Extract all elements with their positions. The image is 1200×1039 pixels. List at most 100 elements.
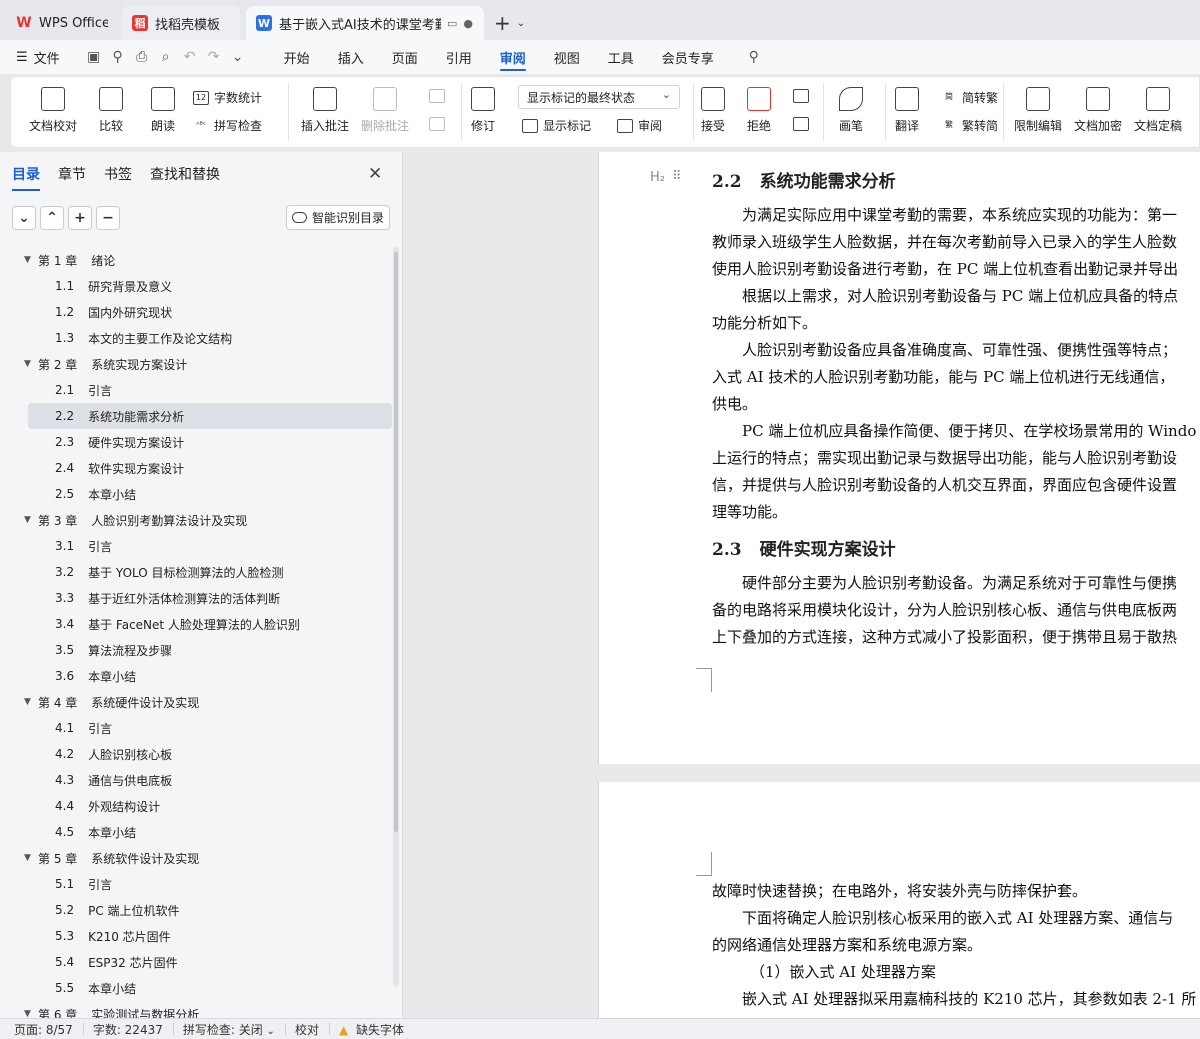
- unsaved-dot-icon[interactable]: ●: [463, 17, 473, 30]
- toc-chapter-item[interactable]: ▼ 第 2 章系统实现方案设计: [22, 351, 392, 377]
- toc-section-item[interactable]: 4.4 外观结构设计: [22, 793, 392, 819]
- delete-comment-button[interactable]: 删除批注: [361, 87, 409, 134]
- collapse-triangle-icon[interactable]: ▼: [24, 359, 38, 369]
- toc-section-item[interactable]: 4.2 人脸识别核心板: [22, 741, 392, 767]
- remove-heading-icon[interactable]: −: [96, 206, 120, 230]
- share-icon[interactable]: ⚲: [106, 45, 130, 69]
- drag-handle-icon[interactable]: ⠿: [672, 169, 682, 184]
- prev-change-button[interactable]: [793, 89, 814, 103]
- menu-tools[interactable]: 工具: [594, 40, 648, 74]
- toc-section-item[interactable]: 3.1 引言: [22, 533, 392, 559]
- tab-docer-templates[interactable]: 稻 找稻壳模板: [122, 6, 240, 40]
- proofread-status[interactable]: 校对: [284, 1021, 329, 1038]
- toc-section-item[interactable]: 1.3 本文的主要工作及论文结构: [22, 325, 392, 351]
- next-change-button[interactable]: [793, 117, 814, 131]
- nav-tab-find-replace[interactable]: 查找和替换: [150, 164, 220, 184]
- toc-section-item[interactable]: 3.6 本章小结: [22, 663, 392, 689]
- chevron-down-icon[interactable]: ⌄: [517, 18, 525, 29]
- nav-tab-toc[interactable]: 目录: [12, 164, 40, 191]
- toc-section-item[interactable]: 4.5 本章小结: [22, 819, 392, 845]
- more-chevron-icon[interactable]: ⌄: [226, 45, 250, 69]
- add-heading-icon[interactable]: +: [68, 206, 92, 230]
- prev-comment-button[interactable]: [429, 89, 450, 103]
- nav-tab-bookmarks[interactable]: 书签: [104, 164, 132, 184]
- menu-page[interactable]: 页面: [378, 40, 432, 74]
- encrypt-button[interactable]: 文档加密: [1074, 87, 1122, 134]
- toc-section-item[interactable]: 5.1 引言: [22, 871, 392, 897]
- restrict-edit-button[interactable]: 限制编辑: [1014, 87, 1062, 134]
- pen-button[interactable]: 画笔: [839, 87, 863, 134]
- toc-scroll-thumb[interactable]: [394, 252, 398, 832]
- print-preview-icon[interactable]: ⌕: [154, 45, 178, 69]
- insert-comment-button[interactable]: 插入批注: [301, 87, 349, 134]
- spell-check-button[interactable]: ᴬᴮᶜ 拼写检查: [193, 117, 262, 134]
- revise-button[interactable]: 修订: [471, 87, 495, 134]
- next-comment-button[interactable]: [429, 117, 450, 131]
- redo-icon[interactable]: ↷: [202, 45, 226, 69]
- page-count[interactable]: 页面: 8/57: [0, 1021, 83, 1038]
- collapse-triangle-icon[interactable]: ▼: [24, 515, 38, 525]
- toc-section-item[interactable]: 5.5 本章小结: [22, 975, 392, 1001]
- toc-section-item[interactable]: 3.2 基于 YOLO 目标检测算法的人脸检测: [22, 559, 392, 585]
- toc-chapter-item[interactable]: ▼ 第 4 章系统硬件设计及实现: [22, 689, 392, 715]
- smart-toc-button[interactable]: 智能识别目录: [286, 205, 390, 230]
- trad-to-simp-button[interactable]: 简 简转繁: [941, 89, 998, 106]
- toc-section-item[interactable]: 1.2 国内外研究现状: [22, 299, 392, 325]
- toc-section-item[interactable]: 5.3 K210 芯片固件: [22, 923, 392, 949]
- toc-section-item[interactable]: 5.4 ESP32 芯片固件: [22, 949, 392, 975]
- print-icon[interactable]: ⎙: [130, 45, 154, 69]
- undo-icon[interactable]: ↶: [178, 45, 202, 69]
- menu-home[interactable]: 开始: [270, 40, 324, 74]
- search-icon[interactable]: ⚲: [742, 45, 766, 69]
- toc-chapter-item[interactable]: ▼ 第 3 章人脸识别考勤算法设计及实现: [22, 507, 392, 533]
- collapse-triangle-icon[interactable]: ▼: [24, 697, 38, 707]
- missing-font-status[interactable]: ▲ 缺失字体: [328, 1021, 414, 1038]
- toc-section-item[interactable]: 2.5 本章小结: [22, 481, 392, 507]
- word-count[interactable]: 字数: 22437: [82, 1021, 173, 1038]
- menu-review[interactable]: 审阅: [486, 40, 540, 74]
- save-icon[interactable]: ▣: [82, 45, 106, 69]
- toc-section-item[interactable]: 1.1 研究背景及意义: [22, 273, 392, 299]
- expand-chevron-down-icon[interactable]: ⌄: [12, 206, 36, 230]
- menu-references[interactable]: 引用: [432, 40, 486, 74]
- doc-proofread-button[interactable]: 文档校对: [29, 87, 77, 134]
- close-icon[interactable]: ✕: [368, 164, 382, 184]
- read-aloud-button[interactable]: 朗读: [151, 87, 175, 134]
- toc-section-item[interactable]: 2.4 软件实现方案设计: [22, 455, 392, 481]
- menu-member[interactable]: 会员专享: [648, 40, 728, 74]
- toc-section-item[interactable]: 4.1 引言: [22, 715, 392, 741]
- toc-section-item[interactable]: 2.1 引言: [22, 377, 392, 403]
- toc-section-item[interactable]: 3.4 基于 FaceNet 人脸处理算法的人脸识别: [22, 611, 392, 637]
- tab-wps-office[interactable]: W WPS Office: [6, 6, 118, 40]
- accept-button[interactable]: 接受: [701, 87, 725, 134]
- menu-insert[interactable]: 插入: [324, 40, 378, 74]
- nav-tab-sections[interactable]: 章节: [58, 164, 86, 184]
- translate-button[interactable]: 翻译: [895, 87, 919, 134]
- heading-level-icon[interactable]: H₂: [650, 170, 665, 185]
- toc-section-item[interactable]: 4.3 通信与供电底板: [22, 767, 392, 793]
- collapse-triangle-icon[interactable]: ▼: [24, 1009, 38, 1018]
- toc-section-item[interactable]: 3.3 基于近红外活体检测算法的活体判断: [22, 585, 392, 611]
- collapse-triangle-icon[interactable]: ▼: [24, 255, 38, 265]
- show-markup-button[interactable]: 显示标记: [522, 117, 591, 134]
- tab-current-document[interactable]: W 基于嵌入式AI技术的课堂考勤系统 ▭ ●: [246, 6, 484, 40]
- compare-button[interactable]: 比较: [99, 87, 123, 134]
- review-pane-button[interactable]: 审阅: [617, 117, 662, 134]
- collapse-triangle-icon[interactable]: ▼: [24, 853, 38, 863]
- window-icon[interactable]: ▭: [447, 17, 457, 30]
- toc-section-item[interactable]: 3.5 算法流程及步骤: [22, 637, 392, 663]
- spell-check-status[interactable]: 拼写检查: 关闭 ⌄: [172, 1021, 285, 1038]
- word-count-button[interactable]: 12 字数统计: [193, 89, 262, 106]
- reject-button[interactable]: 拒绝: [747, 87, 771, 134]
- toc-chapter-item[interactable]: ▼ 第 1 章绪论: [22, 247, 392, 273]
- toc-section-item[interactable]: 5.2 PC 端上位机软件: [22, 897, 392, 923]
- toc-chapter-item[interactable]: ▼ 第 5 章系统软件设计及实现: [22, 845, 392, 871]
- simp-to-trad-button[interactable]: 繁 繁转简: [941, 117, 998, 134]
- toc-section-item[interactable]: 2.2 系统功能需求分析: [28, 403, 392, 429]
- new-tab-icon[interactable]: +: [494, 11, 511, 35]
- finalize-button[interactable]: 文档定稿: [1134, 87, 1182, 134]
- toc-chapter-item[interactable]: ▼ 第 6 章 实验测试与数据分析: [22, 1001, 392, 1019]
- file-menu[interactable]: ☰ 文件: [0, 40, 74, 74]
- menu-view[interactable]: 视图: [540, 40, 594, 74]
- markup-state-select[interactable]: 显示标记的最终状态 ⌄: [518, 85, 680, 109]
